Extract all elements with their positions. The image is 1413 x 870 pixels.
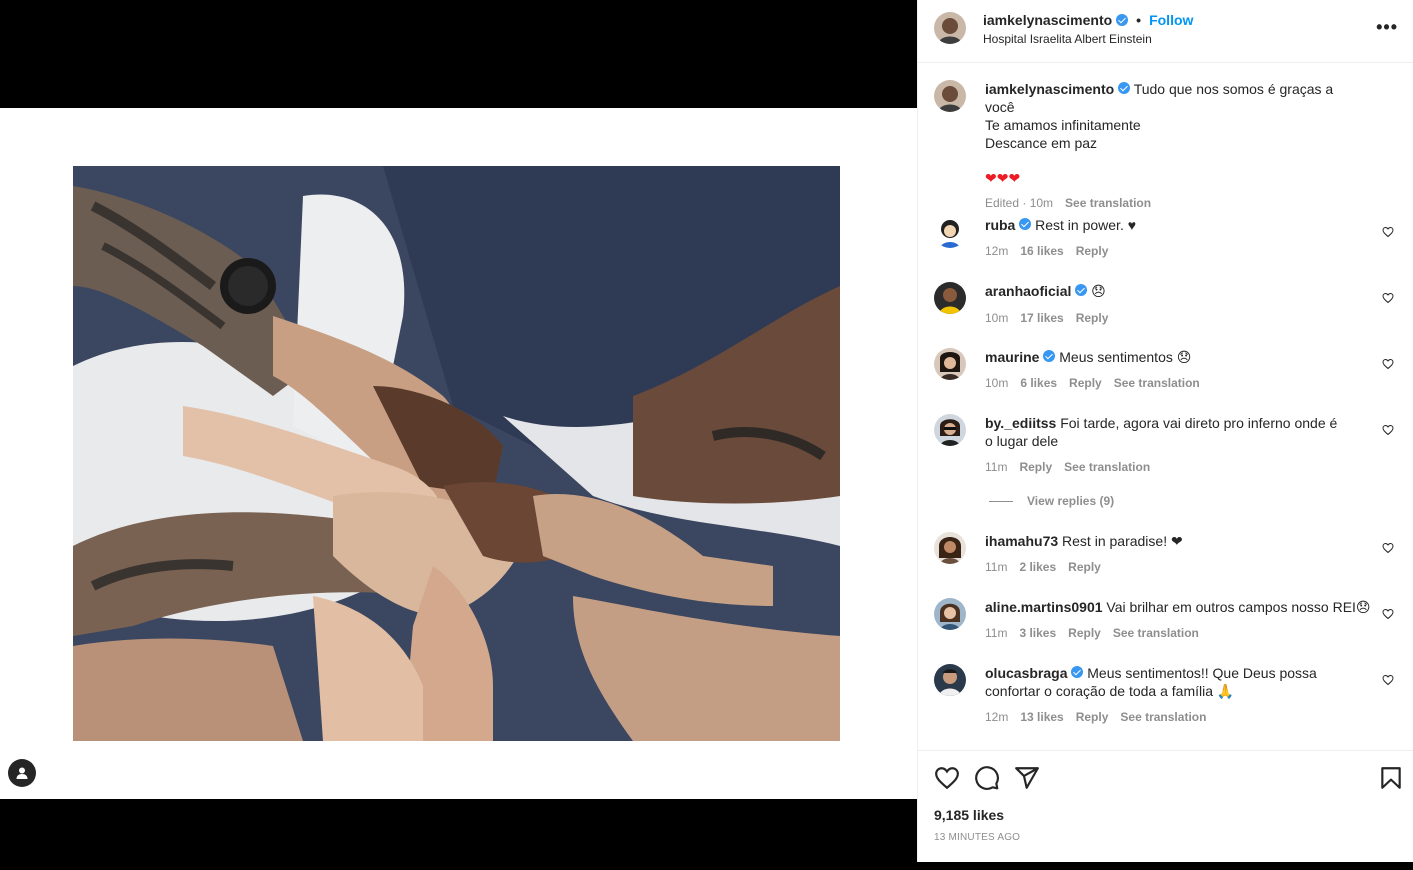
user-tag-button[interactable] [8,759,36,787]
comment-text: Meus sentimentos 😞 [1059,349,1192,365]
caption-line-3: Descance em paz [985,135,1098,151]
post-timestamp[interactable]: 13 MINUTES AGO [934,832,1020,843]
comment-time[interactable]: 11m [985,458,1007,476]
post-author-row: iamkelynascimento • Follow [983,12,1193,28]
comment-item: ruba Rest in power. ♥ 12m 16 likes Reply [934,216,1404,266]
comment-likes[interactable]: 17 likes [1020,309,1063,327]
comment-time[interactable]: 10m [985,374,1008,392]
post-photo[interactable] [73,166,840,741]
separator-dot: • [1136,12,1142,28]
comment-username[interactable]: ihamahu73 [985,533,1058,549]
caption-edited: Edited · 10m [985,196,1054,210]
comment-item: aranhaoficial 😞 10m 17 likes Reply [934,282,1404,332]
verified-icon [1071,666,1084,678]
reply-button[interactable]: Reply [1076,309,1109,327]
likes-count[interactable]: 9,185 likes [934,807,1004,823]
reply-button[interactable]: Reply [1068,624,1101,642]
comment-likes[interactable]: 6 likes [1020,374,1057,392]
avatar[interactable] [934,598,966,630]
heart-icon[interactable] [1382,358,1394,370]
post-sidebar: iamkelynascimento • Follow Hospital Isra… [917,0,1413,862]
avatar[interactable] [934,12,966,44]
comments-list[interactable]: iamkelynascimento Tudo que nos somos é g… [918,64,1413,750]
reply-button[interactable]: Reply [1076,708,1109,726]
caption-line-2: Te amamos infinitamente [985,117,1141,133]
comment-username[interactable]: by._ediitss [985,415,1056,431]
comment-time[interactable]: 10m [985,309,1008,327]
comment-username[interactable]: aline.martins0901 [985,599,1103,615]
reply-button[interactable]: Reply [1076,242,1109,260]
see-translation-link[interactable]: See translation [1064,458,1150,476]
comment-time[interactable]: 11m [985,558,1007,576]
comment-text: Rest in power. ♥ [1035,217,1137,233]
comment-username[interactable]: aranhaoficial [985,283,1071,299]
caption-hearts: ❤❤❤ [985,171,1021,187]
reply-button[interactable]: Reply [1019,458,1052,476]
heart-icon[interactable] [1382,424,1394,436]
comment-likes[interactable]: 16 likes [1020,242,1063,260]
comment-item: aline.martins0901 Vai brilhar em outros … [934,598,1404,648]
avatar[interactable] [934,348,966,380]
comment-username[interactable]: ruba [985,217,1015,233]
post-header: iamkelynascimento • Follow Hospital Isra… [918,0,1413,63]
heart-icon[interactable] [1382,292,1394,304]
comment-likes[interactable]: 3 likes [1019,624,1056,642]
follow-button[interactable]: Follow [1149,12,1193,28]
view-replies-button[interactable]: View replies (9) [989,494,1114,508]
comment-text: Rest in paradise! ❤ [1062,533,1183,549]
heart-icon[interactable] [1382,608,1394,620]
post-media-area [0,0,917,870]
see-translation-link[interactable]: See translation [1120,708,1206,726]
avatar[interactable] [934,664,966,696]
comment-username[interactable]: maurine [985,349,1039,365]
post-caption: iamkelynascimento Tudo que nos somos é g… [934,80,1404,210]
comment-item: olucasbraga Meus sentimentos!! Que Deus … [934,664,1404,734]
avatar[interactable] [934,414,966,446]
comment-likes[interactable]: 13 likes [1020,708,1063,726]
avatar[interactable] [934,80,966,112]
post-author-username[interactable]: iamkelynascimento [983,12,1112,28]
user-tag-icon [16,767,28,779]
comment-icon[interactable] [974,765,1000,791]
comment-time[interactable]: 11m [985,624,1007,642]
see-translation-link[interactable]: See translation [1114,374,1200,392]
verified-icon [1118,82,1131,94]
avatar[interactable] [934,216,966,248]
comment-item: ihamahu73 Rest in paradise! ❤ 11m 2 like… [934,532,1404,582]
bookmark-icon[interactable] [1378,765,1404,791]
verified-icon [1116,14,1129,26]
comment-username[interactable]: olucasbraga [985,665,1067,681]
see-translation-link[interactable]: See translation [1065,194,1151,212]
avatar[interactable] [934,532,966,564]
post-actions: 9,185 likes 13 MINUTES AGO [918,750,1413,862]
comment-likes[interactable]: 2 likes [1019,558,1056,576]
caption-username[interactable]: iamkelynascimento [985,81,1114,97]
post-location[interactable]: Hospital Israelita Albert Einstein [983,32,1152,46]
heart-icon[interactable] [1382,542,1394,554]
comment-item: maurine Meus sentimentos 😞 10m 6 likes R… [934,348,1404,398]
panel-bottom-edge [917,862,1413,870]
heart-icon[interactable] [1382,226,1394,238]
comment-text: 😞 [1091,284,1106,300]
reply-button[interactable]: Reply [1069,374,1102,392]
avatar[interactable] [934,282,966,314]
verified-icon [1019,218,1032,230]
more-icon[interactable]: ••• [1376,18,1398,36]
share-icon[interactable] [1014,765,1040,791]
verified-icon [1075,284,1088,296]
comment-time[interactable]: 12m [985,242,1008,260]
comment-item: by._ediitss Foi tarde, agora vai direto … [934,414,1404,484]
comment-time[interactable]: 12m [985,708,1008,726]
verified-icon [1043,350,1056,362]
heart-icon[interactable] [934,765,960,791]
reply-button[interactable]: Reply [1068,558,1101,576]
view-replies-line [989,500,1013,502]
heart-icon[interactable] [1382,674,1394,686]
see-translation-link[interactable]: See translation [1113,624,1199,642]
comment-text: Vai brilhar em outros campos nosso REI😞 [1106,599,1371,615]
view-replies-label: View replies (9) [1027,494,1115,508]
